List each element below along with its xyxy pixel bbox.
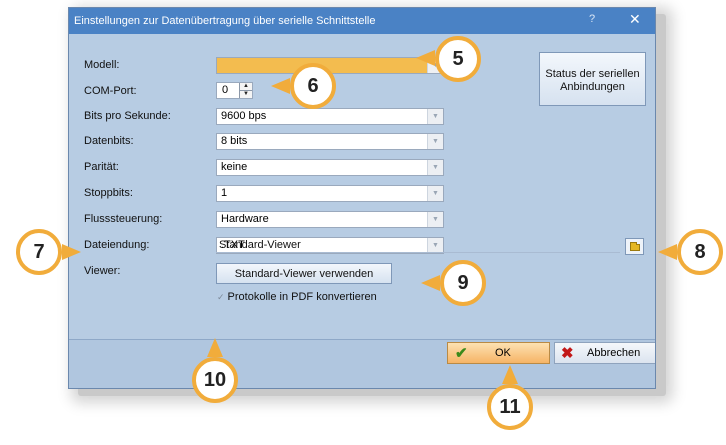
modell-label: Modell: [84,59,120,71]
paritaet-value: keine [221,161,248,173]
callout-8-pointer [658,244,677,260]
settings-dialog: Einstellungen zur Datenübertragung über … [68,7,656,389]
dialog-title: Einstellungen zur Datenübertragung über … [74,15,376,27]
callout-5: 5 [435,36,481,82]
dateiendung-label: Dateiendung: [84,239,150,251]
flusssteuerung-value: Hardware [221,213,269,225]
stepper-down-icon[interactable]: ▼ [240,91,252,98]
com-port-value: 0 [222,84,229,96]
paritaet-select[interactable]: keine ▼ [216,159,444,176]
datenbits-value: 8 bits [221,135,248,147]
checkmark-icon: ✔ [455,345,468,362]
pdf-checkbox-label: Protokolle in PDF konvertieren [227,291,377,303]
cancel-button[interactable]: ✖ Abbrechen [554,342,655,364]
folder-icon [630,242,640,251]
callout-6-pointer [271,78,290,94]
checkbox-checked-icon[interactable]: ✓ [217,292,225,302]
callout-9: 9 [440,260,486,306]
ok-button[interactable]: ✔ OK [447,342,550,364]
cross-icon: ✖ [561,345,574,362]
stoppbits-label: Stoppbits: [84,187,133,199]
flusssteuerung-label: Flusssteuerung: [84,213,163,225]
callout-10: 10 [192,357,238,403]
bits-per-second-value: 9600 bps [221,110,267,122]
help-button[interactable]: ? [589,13,595,25]
callout-7: 7 [16,229,62,275]
viewer-value: Standard-Viewer [219,239,301,251]
stepper-up-icon[interactable]: ▲ [240,83,252,91]
callout-6: 6 [290,63,336,109]
stoppbits-select[interactable]: 1 ▼ [216,185,444,202]
com-port-label: COM-Port: [84,85,137,97]
callout-7-pointer [62,244,81,260]
callout-8: 8 [677,229,723,275]
viewer-field-underline [216,252,620,253]
stepper-buttons: ▲ ▼ [239,83,252,98]
callout-10-pointer [207,338,223,357]
chevron-down-icon: ▼ [427,238,443,253]
standard-viewer-button-label: Standard-Viewer verwenden [234,268,374,280]
chevron-down-icon: ▼ [427,186,443,201]
pdf-checkbox-row[interactable]: ✓ Protokolle in PDF konvertieren [217,291,377,303]
callout-5-pointer [416,50,435,66]
status-button[interactable]: Status der seriellen Anbindungen [539,52,646,106]
bits-per-second-select[interactable]: 9600 bps ▼ [216,108,444,125]
chevron-down-icon: ▼ [427,212,443,227]
callout-11: 11 [487,384,533,430]
cancel-button-label: Abbrechen [587,347,641,359]
chevron-down-icon: ▼ [427,134,443,149]
flusssteuerung-select[interactable]: Hardware ▼ [216,211,444,228]
close-button[interactable]: ✕ [629,11,641,28]
title-bar: Einstellungen zur Datenübertragung über … [69,8,655,34]
paritaet-label: Parität: [84,161,119,173]
bits-per-second-label: Bits pro Sekunde: [84,110,171,122]
ok-button-label: OK [495,347,511,359]
callout-11-pointer [502,365,518,384]
datenbits-select[interactable]: 8 bits ▼ [216,133,444,150]
viewer-label: Viewer: [84,265,121,277]
datenbits-label: Datenbits: [84,135,134,147]
chevron-down-icon: ▼ [427,160,443,175]
callout-9-pointer [421,275,440,291]
browse-folder-button[interactable] [625,238,644,255]
stoppbits-value: 1 [221,187,228,199]
status-button-label: Status der seriellen Anbindungen [545,68,640,93]
com-port-stepper[interactable]: 0 ▲ ▼ [216,82,253,99]
standard-viewer-button[interactable]: Standard-Viewer verwenden [216,263,392,284]
chevron-down-icon: ▼ [427,109,443,124]
